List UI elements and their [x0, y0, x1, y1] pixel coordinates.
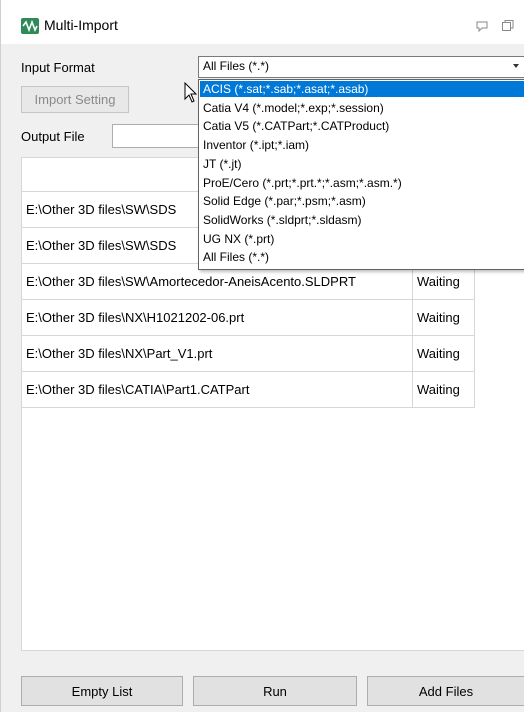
import-setting-label: Import Setting — [34, 92, 116, 107]
status-cell: Waiting — [413, 372, 475, 408]
file-path-cell: E:\Other 3D files\NX\Part_V1.prt — [22, 336, 413, 372]
pin-icon[interactable] — [475, 20, 489, 33]
multi-import-window: Multi-Import Input Format All Files (*.*… — [0, 0, 524, 712]
dropdown-option[interactable]: ACIS (*.sat;*.sab;*.asat;*.asab) — [200, 81, 524, 97]
dropdown-option[interactable]: Solid Edge (*.par;*.psm;*.asm) — [200, 193, 524, 209]
file-path-cell: E:\Other 3D files\CATIA\Part1.CATPart — [22, 372, 413, 408]
table-row[interactable]: E:\Other 3D files\NX\H1021202-06.prt Wait… — [22, 300, 475, 336]
mouse-cursor-icon — [184, 81, 198, 104]
input-format-select[interactable]: All Files (*.*) — [198, 56, 524, 78]
run-label: Run — [263, 683, 287, 699]
dropdown-option[interactable]: JT (*.jt) — [200, 156, 524, 172]
chevron-down-icon[interactable] — [513, 64, 519, 68]
app-icon — [21, 18, 39, 34]
file-path-cell: E:\Other 3D files\NX\H1021202-06.prt — [22, 300, 413, 336]
add-files-label: Add Files — [418, 683, 474, 699]
empty-list-label: Empty List — [71, 683, 133, 699]
table-row[interactable]: E:\Other 3D files\CATIA\Part1.CATPart Wai… — [22, 372, 475, 408]
dropdown-option[interactable]: ProE/Cero (*.prt;*.prt.*;*.asm;*.asm.*) — [200, 175, 524, 191]
input-format-value: All Files (*.*) — [203, 59, 270, 73]
dropdown-option[interactable]: All Files (*.*) — [200, 249, 524, 265]
dropdown-option[interactable]: SolidWorks (*.sldprt;*.sldasm) — [200, 212, 524, 228]
dropdown-option[interactable]: Catia V4 (*.model;*.exp;*.session) — [200, 100, 524, 116]
bottom-button-bar: Empty List Run Add Files — [1, 676, 524, 712]
status-cell: Waiting — [413, 300, 475, 336]
import-setting-button[interactable]: Import Setting — [21, 86, 129, 113]
window-title: Multi-Import — [44, 17, 118, 33]
empty-list-button[interactable]: Empty List — [21, 676, 183, 706]
dropdown-option[interactable]: Inventor (*.ipt;*.iam) — [200, 137, 524, 153]
output-file-label: Output File — [21, 129, 85, 144]
input-format-dropdown-list: ACIS (*.sat;*.sab;*.asat;*.asab) Catia V4… — [198, 79, 524, 270]
status-cell: Waiting — [413, 336, 475, 372]
title-bar: Multi-Import — [1, 0, 524, 44]
add-files-button[interactable]: Add Files — [367, 676, 524, 706]
dropdown-option[interactable]: Catia V5 (*.CATPart;*.CATProduct) — [200, 118, 524, 134]
input-format-label: Input Format — [21, 60, 95, 75]
dropdown-option[interactable]: UG NX (*.prt) — [200, 231, 524, 247]
close-icon[interactable] — [501, 19, 515, 33]
run-button[interactable]: Run — [193, 676, 357, 706]
table-row[interactable]: E:\Other 3D files\NX\Part_V1.prt Waiting — [22, 336, 475, 372]
